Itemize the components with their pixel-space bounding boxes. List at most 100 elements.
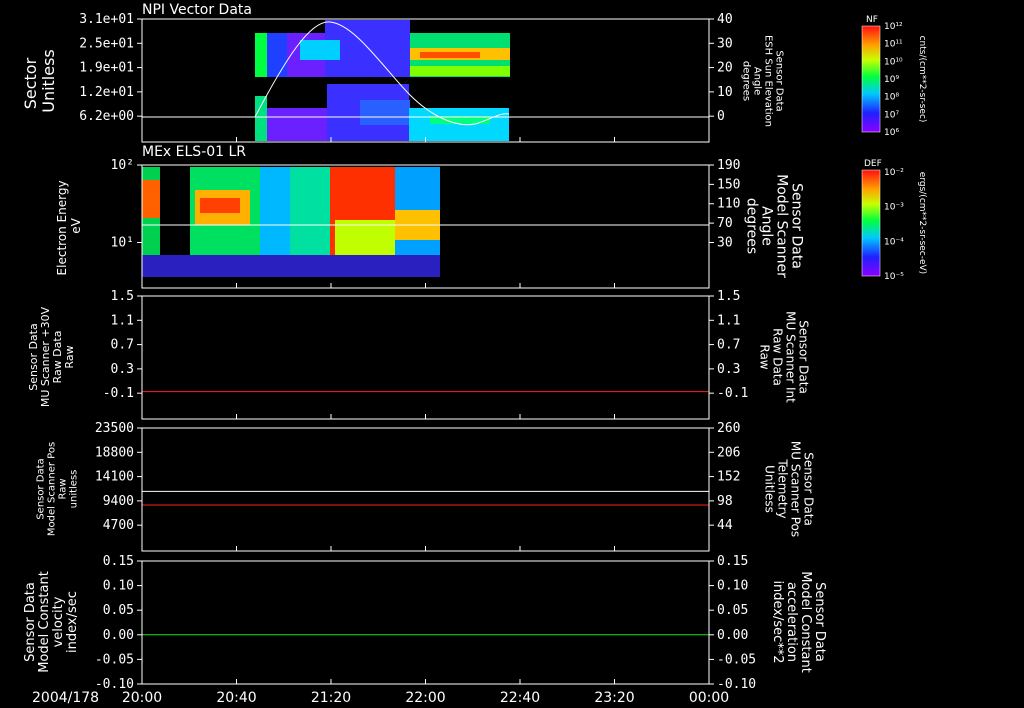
colorbar-ticks: 10⁻² 10⁻³ 10⁻⁴ 10⁻⁵: [884, 168, 904, 282]
colorbar-tick-label: 10⁶: [884, 128, 899, 138]
y-tick-label: 14100: [95, 470, 134, 485]
y-tick-label: 0.05: [103, 603, 134, 618]
colorbar-tick-label: 10⁻⁴: [884, 237, 904, 247]
y2-tick-label: 1.5: [717, 289, 740, 304]
y2-tick-label: 0.15: [717, 554, 748, 569]
y-tick-label: 18800: [95, 445, 134, 460]
label-line: Raw: [63, 345, 76, 368]
label-line: Angle: [752, 67, 763, 95]
label-line: Raw: [758, 344, 772, 369]
label-line: Model Scanner Pos: [47, 442, 58, 536]
y-tick-label: 0.7: [111, 338, 134, 353]
y-axis-ticks: 0.150.100.050.00-0.05-0.10: [95, 554, 142, 692]
els-spectrogram: [142, 167, 440, 277]
y-tick-label: 10¹: [111, 235, 134, 250]
label-line: Unitless: [763, 465, 777, 513]
y2-tick-label: 98: [717, 494, 733, 509]
y-tick-label: -0.1: [103, 386, 134, 401]
y-axis-label: Sector Unitless: [21, 49, 58, 113]
y-axis-ticks: 10² 10¹: [111, 158, 142, 250]
y2-axis-ticks: 190 150 110 70 30: [709, 158, 740, 250]
y-tick-label: 0.00: [103, 628, 134, 643]
colorbar-label: NF: [866, 15, 878, 25]
time-tick-label: 22:40: [500, 690, 540, 706]
label-line: MU Scanner Int: [784, 311, 798, 403]
colorbar-tick-label: 10⁻²: [884, 168, 904, 178]
y-label-line-1: Electron Energy: [55, 180, 69, 275]
y-axis-label: Sensor DataModel Scanner PosRawunitless: [36, 442, 80, 536]
colorbar-tick-label: 10¹²: [884, 22, 903, 32]
label-line: Sensor Data: [774, 50, 785, 111]
y2-tick-label: 0.7: [717, 338, 740, 353]
colorbar-label: DEF: [864, 159, 882, 169]
y2-axis-label: Sensor DataModel ScannerAngledegrees: [744, 174, 805, 278]
y2-tick-label: 70: [717, 216, 733, 231]
y2-tick-label: 40: [717, 12, 733, 27]
y2-axis-ticks: 40 30 20 10 0: [709, 12, 733, 124]
y2-tick-label: -0.1: [717, 386, 748, 401]
colorbar-nf: NF 10¹² 10¹¹ 10¹⁰ 10⁹ 10⁸ 10⁷ 10⁶ cnts/(cm**2-…: [861, 15, 927, 138]
label-line: Sensor Data: [789, 183, 805, 269]
y-tick-label: 23500: [95, 421, 134, 436]
y-tick-label: 0.3: [111, 362, 134, 377]
label-line: Raw: [58, 478, 69, 499]
time-tick-label: 00:00: [689, 690, 729, 706]
y-tick-label: 0.15: [103, 554, 134, 569]
time-tick-label: 22:00: [405, 690, 445, 706]
panel-frame: [141, 560, 710, 685]
colorbar-gradient: [861, 25, 881, 133]
panel-scanner-pos: 23500 18800 14100 9400 4700 260 206 152 98 44 Se…: [36, 421, 816, 552]
y-tick-label: 10²: [111, 158, 134, 173]
y-axis-label: Sensor DataMU Scanner +30VRaw DataRaw: [27, 306, 76, 407]
y2-tick-label: 20: [717, 61, 733, 76]
y-tick-label: 3.1e+01: [79, 12, 134, 27]
label-line: Sensor Data: [802, 452, 816, 526]
colorbar-gradient: [861, 169, 881, 277]
label-line: MU Scanner Pos: [789, 441, 803, 537]
label-line: velocity: [51, 596, 66, 647]
colorbar-tick-label: 10⁷: [884, 110, 899, 120]
colorbar-tick-label: 10¹¹: [884, 40, 903, 50]
label-line: Telemetry: [776, 458, 790, 518]
y-axis-ticks: 3.1e+01 2.5e+01 1.9e+01 1.2e+01 6.2e+00: [79, 12, 142, 124]
y-tick-label: -0.05: [95, 652, 134, 667]
label-line: index/sec**2: [770, 580, 785, 663]
colorbar-tick-label: 10⁻⁵: [884, 272, 904, 282]
time-tick-label: 20:00: [122, 690, 162, 706]
label-line: acceleration: [784, 582, 799, 662]
y-tick-label: 1.9e+01: [79, 61, 134, 76]
time-tick-label: 20:40: [216, 690, 256, 706]
y2-tick-label: 0.05: [717, 603, 748, 618]
y2-tick-label: 260: [717, 421, 740, 436]
colorbar-def: DEF 10⁻² 10⁻³ 10⁻⁴ 10⁻⁵ ergs/(cm**2-sr-sec-…: [861, 159, 927, 282]
plot-canvas: NPI Vector Data 3.1e+01 2.5e+01 1.9e+01 1.2…: [21, 2, 927, 706]
label-line: degrees: [744, 198, 760, 254]
y2-axis-label: Sensor DataMU Scanner PosTelemetryUnitle…: [763, 441, 816, 537]
panel-title: MEx ELS-01 LR: [142, 144, 246, 160]
y2-tick-label: 0.00: [717, 628, 748, 643]
y2-tick-label: 206: [717, 445, 740, 460]
label-line: Model Scanner: [774, 174, 790, 278]
y2-tick-label: 152: [717, 470, 740, 485]
y2-tick-label: 10: [717, 85, 733, 100]
y2-tick-label: 1.1: [717, 313, 740, 328]
y-tick-label: 2.5e+01: [79, 36, 134, 51]
time-tick-label: 21:20: [311, 690, 351, 706]
y2-tick-label: 0.3: [717, 362, 740, 377]
y2-tick-label: 190: [717, 158, 740, 173]
y2-axis-ticks: 260 206 152 98 44: [709, 421, 740, 533]
y2-axis-ticks: 0.150.100.050.00-0.05-0.10: [709, 554, 756, 692]
y-axis-label: Sensor DataModel Constantvelocityindex/s…: [23, 571, 80, 673]
y2-axis-ticks: 1.5 1.1 0.7 0.3 -0.1: [709, 289, 748, 401]
y2-axis-label: Sensor DataModel Constantaccelerationind…: [770, 571, 827, 673]
colorbar-unit: ergs/(cm**2-sr-sec-eV): [917, 172, 927, 274]
colorbar-tick-label: 10⁹: [884, 75, 899, 85]
label-line: Sensor Data: [797, 320, 811, 394]
label-line: degrees: [741, 61, 752, 101]
label-line: index/sec: [65, 591, 80, 653]
y2-tick-label: 44: [717, 518, 733, 533]
npi-spectrogram: [255, 20, 510, 141]
label-line: Raw Data: [771, 328, 785, 386]
panel-frame: [141, 427, 710, 552]
y-tick-label: 4700: [103, 518, 134, 533]
